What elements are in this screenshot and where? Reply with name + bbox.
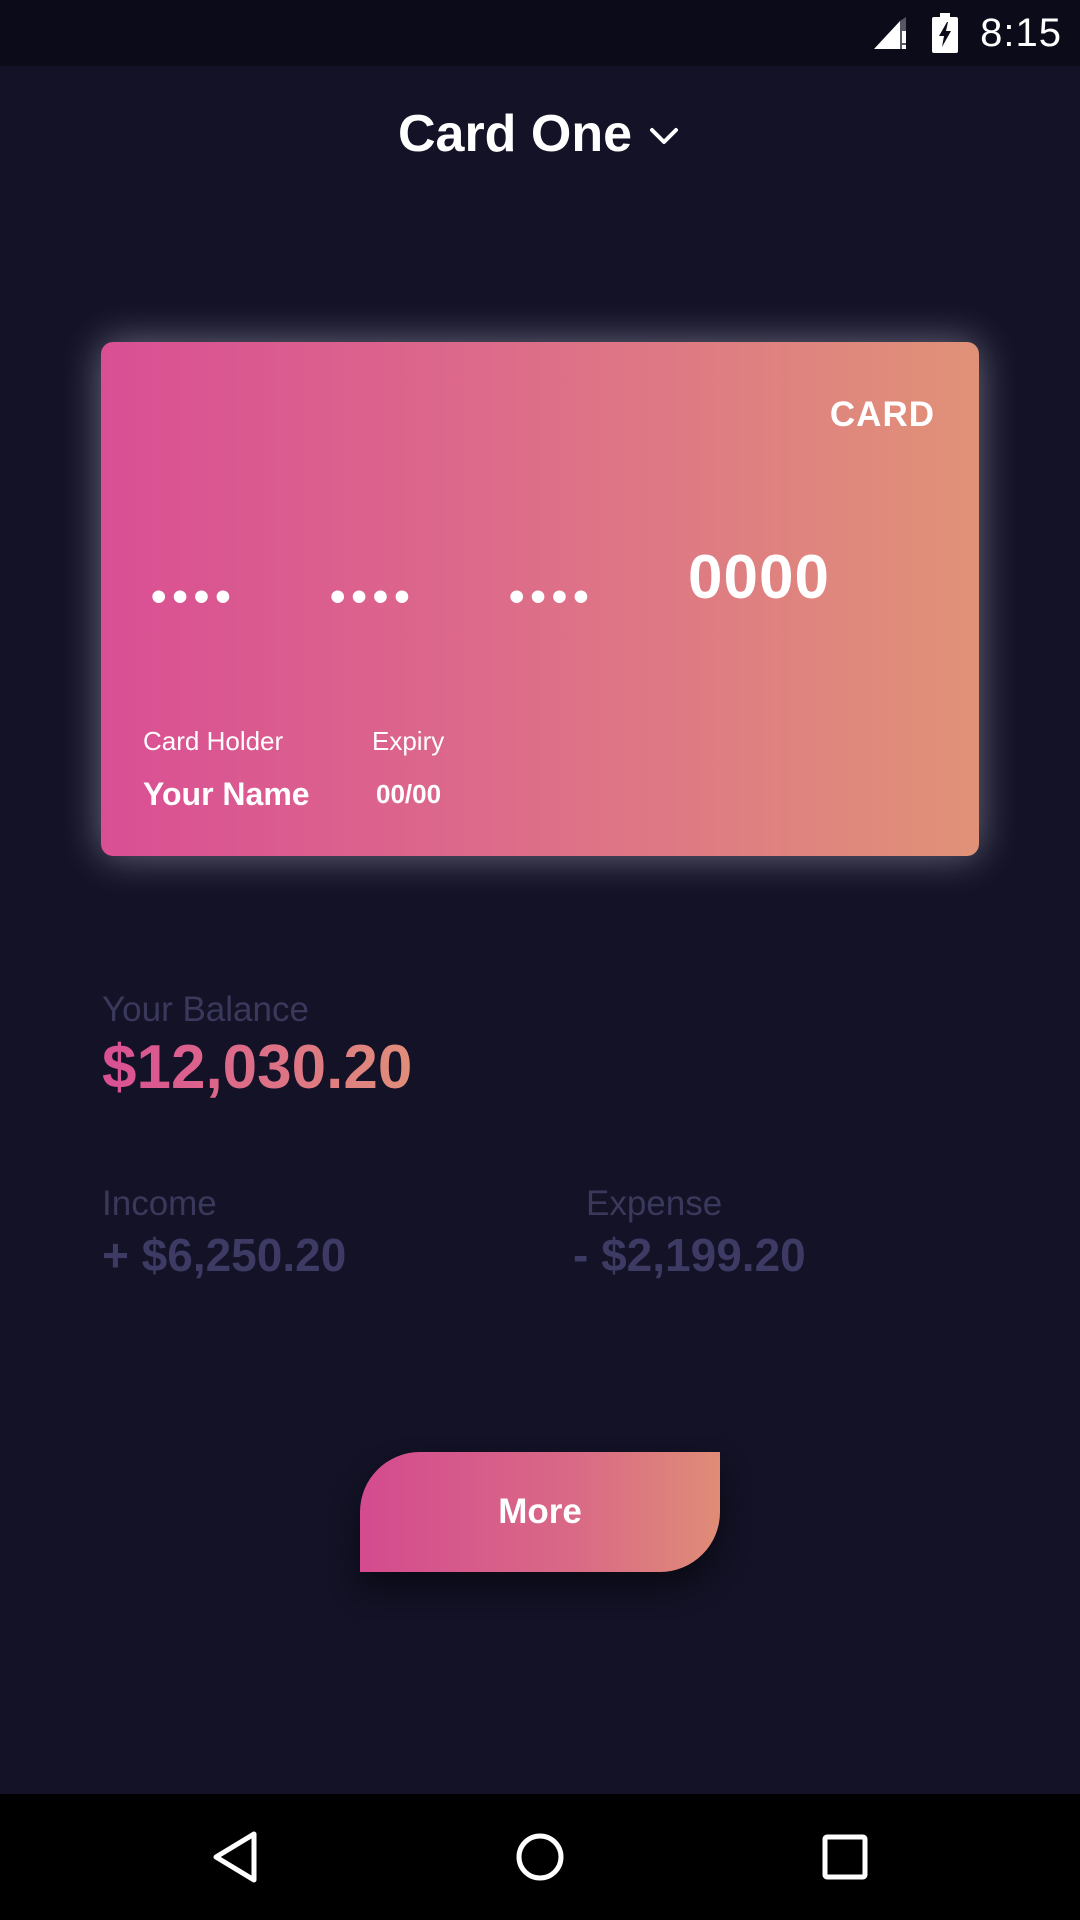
home-button[interactable] [505,1822,575,1892]
signal-alert-icon [874,17,907,49]
expense-label: Expense [586,1184,723,1223]
card-number-group-2: •••• [330,572,416,621]
back-icon[interactable] [210,1830,260,1884]
more-button[interactable]: More [360,1452,720,1572]
balance-label: Your Balance [102,990,309,1029]
expense-value: - $2,199.20 [573,1229,806,1281]
credit-card[interactable]: CARD •••• •••• •••• 0000 Card Holder You… [101,342,979,856]
card-holder-name: Your Name [143,776,310,812]
balance-value: $12,030.20 [102,1033,413,1102]
income-label: Income [102,1184,217,1223]
page-title[interactable]: Card One [398,104,632,164]
recents-button[interactable] [810,1822,880,1892]
card-last-four: 0000 [688,543,830,612]
expiry-label: Expiry [372,726,445,756]
card-number-group-3: •••• [509,572,595,621]
recents-icon[interactable] [822,1834,868,1880]
status-clock: 8:15 [980,10,1062,55]
card-holder-label: Card Holder [143,726,284,756]
expiry-value: 00/00 [376,779,442,809]
status-icons: 8:15 [870,0,1062,66]
card-brand-label: CARD [829,395,935,434]
card-number-group-1: •••• [151,572,237,621]
chevron-down-icon[interactable] [646,118,682,154]
back-button[interactable] [200,1822,270,1892]
home-icon[interactable] [515,1832,565,1882]
income-value: + $6,250.20 [102,1229,347,1281]
status-bar: 8:15 [0,0,1080,66]
card-selector[interactable]: Card One [398,104,682,164]
navigation-bar [0,1794,1080,1920]
header: Card One [0,104,1080,164]
app-screen: 8:15 Card One CARD •••• •••• •••• 0000 C… [0,0,1080,1920]
battery-charging-icon [932,13,959,53]
